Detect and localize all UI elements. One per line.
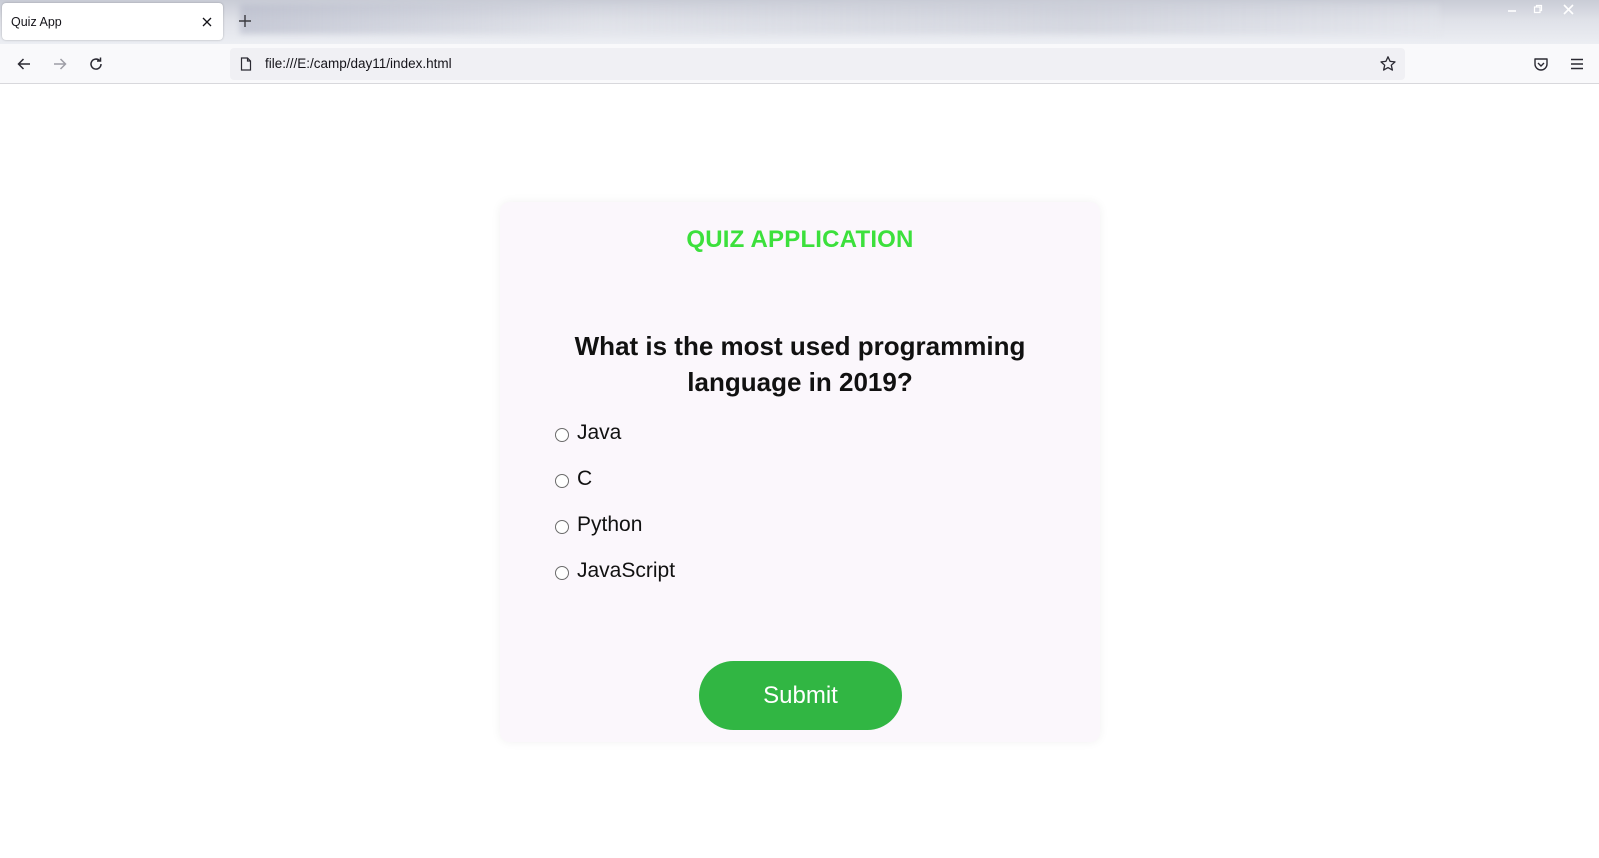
option-label[interactable]: Java xyxy=(577,421,621,445)
close-icon[interactable] xyxy=(199,14,215,30)
option-label[interactable]: JavaScript xyxy=(577,559,675,583)
quiz-card: QUIZ APPLICATION What is the most used p… xyxy=(500,202,1100,742)
hamburger-menu-icon[interactable] xyxy=(1567,54,1587,74)
page-icon xyxy=(239,57,253,71)
quiz-title: QUIZ APPLICATION xyxy=(686,226,914,253)
url-bar[interactable]: file:///E:/camp/day11/index.html xyxy=(230,48,1405,80)
answer-options: Java C Python JavaScript xyxy=(555,410,675,594)
answer-option-java[interactable]: Java xyxy=(555,410,675,456)
browser-navbar: file:///E:/camp/day11/index.html xyxy=(0,44,1599,84)
plus-icon[interactable] xyxy=(236,12,254,30)
answer-option-javascript[interactable]: JavaScript xyxy=(555,548,675,594)
star-icon[interactable] xyxy=(1379,55,1397,73)
answer-option-c[interactable]: C xyxy=(555,456,675,502)
radio-button[interactable] xyxy=(555,565,569,580)
arrow-right-icon[interactable] xyxy=(50,54,70,74)
close-window-icon[interactable] xyxy=(1551,0,1585,18)
restore-icon[interactable] xyxy=(1525,0,1551,18)
browser-tab[interactable]: Quiz App xyxy=(2,3,223,40)
submit-button[interactable]: Submit xyxy=(699,661,902,730)
minimize-icon[interactable] xyxy=(1499,0,1525,18)
question-text: What is the most used programming langua… xyxy=(574,331,1026,397)
browser-titlebar: Quiz App xyxy=(0,0,1599,44)
pocket-icon[interactable] xyxy=(1531,54,1551,74)
tab-title: Quiz App xyxy=(11,14,62,29)
reload-icon[interactable] xyxy=(86,54,106,74)
titlebar-background xyxy=(240,4,1440,34)
radio-button[interactable] xyxy=(555,473,569,488)
url-text[interactable]: file:///E:/camp/day11/index.html xyxy=(265,56,452,71)
radio-button[interactable] xyxy=(555,427,569,442)
radio-button[interactable] xyxy=(555,519,569,534)
window-controls xyxy=(1499,0,1585,18)
option-label[interactable]: C xyxy=(577,467,592,491)
answer-option-python[interactable]: Python xyxy=(555,502,675,548)
option-label[interactable]: Python xyxy=(577,513,642,537)
arrow-left-icon[interactable] xyxy=(14,54,34,74)
